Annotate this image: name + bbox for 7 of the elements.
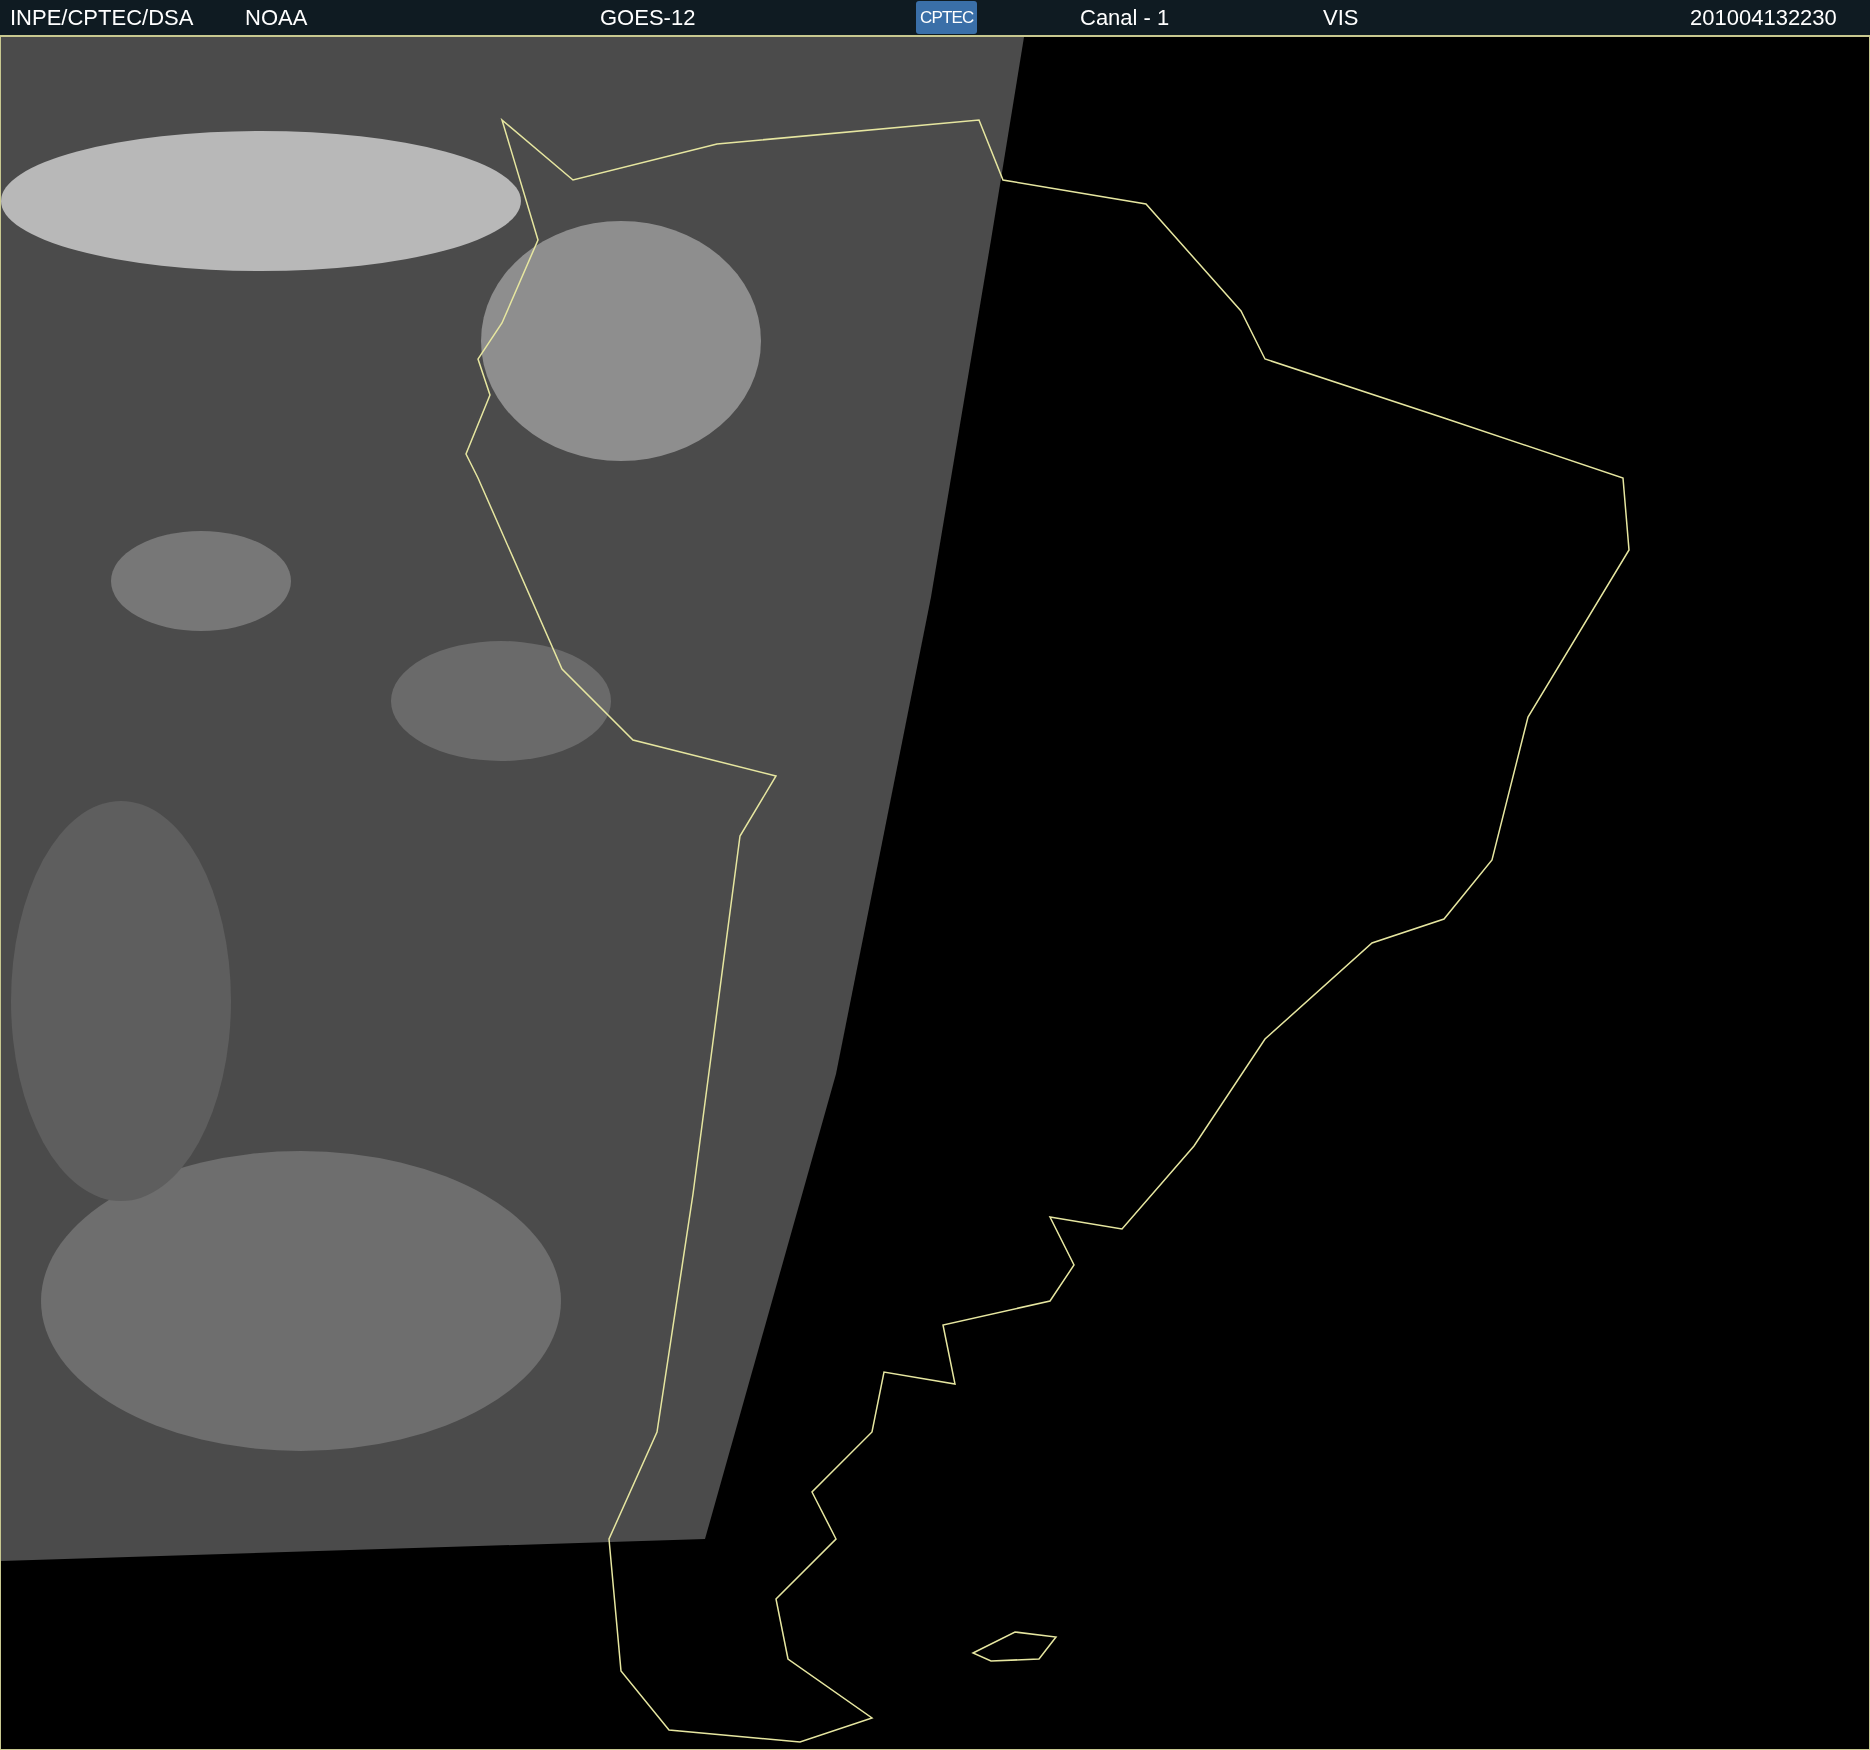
header-label: Canal - 1 [1080,5,1170,31]
header-label: NOAA [245,5,308,31]
logo: CPTEC [916,1,978,34]
header-label: GOES-12 [600,5,696,31]
header-label: VIS [1323,5,1359,31]
header-label: INPE/CPTEC/DSA [10,5,194,31]
header-label: 201004132230 [1690,5,1837,31]
